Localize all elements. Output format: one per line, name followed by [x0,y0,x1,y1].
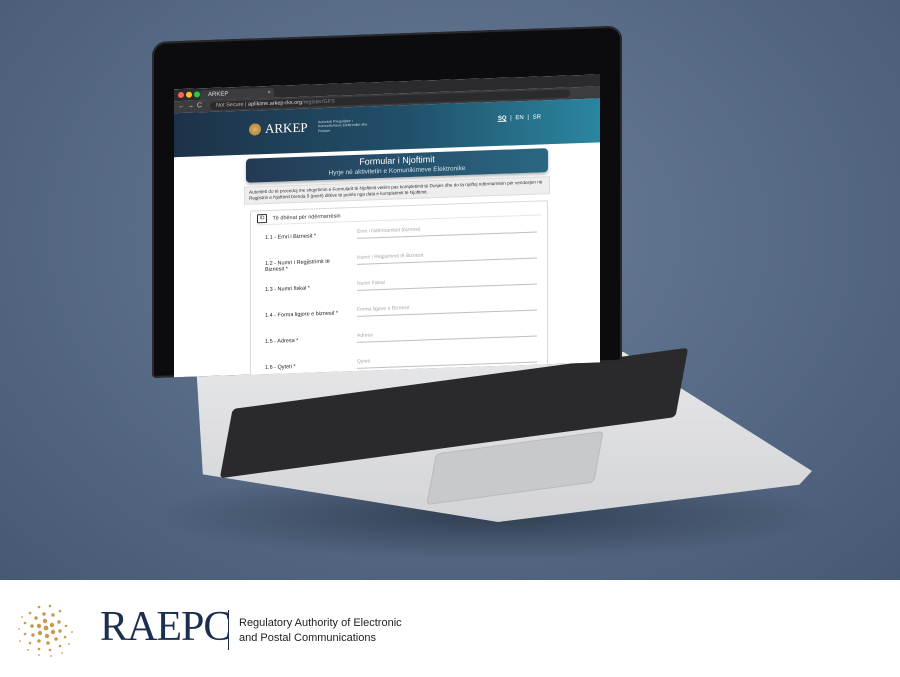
lang-sq[interactable]: SQ [498,116,507,122]
brand-footer: RAEPC Regulatory Authority of Electronic… [0,580,900,677]
site-logo[interactable]: ARKEP [265,120,308,136]
business-info-card: ID Të dhënat për ndërmarrësin 1.1 - Emri… [250,200,548,378]
fiscal-number-input[interactable]: Numri Fiskal [357,271,537,291]
field-label: 1.1 - Emri i Biznesit * [265,233,317,242]
close-window-icon[interactable] [178,91,184,99]
field-label: 1.4 - Forma ligjore e biznesit * [265,310,339,320]
url-path: /register/GFS [302,98,335,106]
brand-description: Regulatory Authority of Electronic and P… [239,617,402,644]
forward-icon[interactable]: → [187,103,194,111]
photo-background: ARKEP × ← → C Not Secure | aplikime.arke… [0,0,900,580]
brand-wordmark: RAEPC [100,604,231,650]
reload-icon[interactable]: C [197,102,202,110]
lang-en[interactable]: EN [515,115,523,121]
url-host: aplikime.arkep-rks.org [248,99,303,108]
registration-number-input[interactable]: Numri i Regjistrimit të Biznesit [357,245,537,265]
tab-close-icon[interactable]: × [267,88,271,98]
laptop-lid: ARKEP × ← → C Not Secure | aplikime.arke… [152,25,622,378]
site-logo-subtitle: Autoriteti Rregullator i Komunikimeve El… [318,118,368,134]
business-name-input[interactable]: Emri i Ndërmarrësit (biznesi) [357,219,537,239]
lang-sr[interactable]: SR [533,114,541,120]
address-input[interactable]: Adresa [357,323,537,343]
browser-window: ARKEP × ← → C Not Secure | aplikime.arke… [174,74,600,378]
id-card-icon: ID [257,214,267,224]
language-switcher: SQ | EN | SR [497,114,541,122]
security-label: Not Secure [216,101,244,109]
field-label: 1.3 - Numri fiskal * [265,285,310,294]
arkep-logo-icon [248,122,262,137]
brand-divider [228,610,229,650]
section-title: Të dhënat për ndërmarrësin [272,213,341,222]
tab-title: ARKEP [208,91,229,99]
laptop-base [184,347,812,534]
field-label: 1.6 - Qyteti * [265,363,296,372]
minimize-window-icon[interactable] [186,91,192,98]
field-label: 1.2 - Numri i Regjistrimit të Biznesit * [265,258,330,274]
back-icon[interactable]: ← [178,103,185,111]
legal-form-input[interactable]: Forma ligjore e Biznesit [357,297,537,317]
field-label: 1.5 - Adresa * [265,337,299,346]
raepc-seal-icon [18,604,73,657]
